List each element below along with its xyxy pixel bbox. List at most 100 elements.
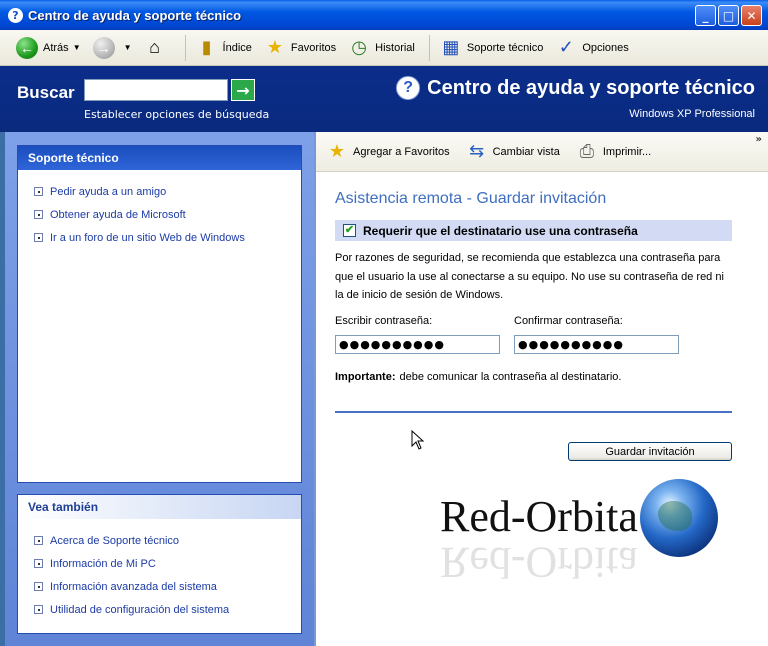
favorites-label: Favoritos [290,41,337,54]
link-text[interactable]: Acerca de Soporte técnico [50,535,179,547]
bullet-icon [34,559,43,568]
require-password-label: Requerir que el destinatario use una con… [363,223,638,238]
maximize-button[interactable]: □ [718,5,739,26]
see-also-box: Vea también Acerca de Soporte técnico In… [17,494,302,634]
window-title: Centro de ayuda y soporte técnico [28,7,242,23]
link-text[interactable]: Utilidad de configuración del sistema [50,604,229,616]
bullet-icon [34,582,43,591]
page-title: Asistencia remota - Guardar invitación [335,190,607,207]
options-checklist-icon: ✓ [558,37,574,57]
more-chevron-icon[interactable]: » [756,134,762,145]
list-item[interactable]: Acerca de Soporte técnico [34,529,301,552]
app-title-text: Centro de ayuda y soporte técnico [427,76,755,99]
add-favorites-label: Agregar a Favoritos [353,145,450,158]
bullet-icon [34,536,43,545]
search-label: Buscar [17,83,75,102]
link-text[interactable]: Obtener ayuda de Microsoft [50,209,186,221]
content-panel: ★ Agregar a Favoritos ⇆ Cambiar vista ⎙ … [314,132,768,646]
link-text[interactable]: Ir a un foro de un sitio Web de Windows [50,232,245,244]
support-box-title: Soporte técnico [18,146,301,170]
change-view-label: Cambiar vista [492,145,560,158]
password-input[interactable]: ●●●●●●●●●● [335,334,500,354]
go-arrow-icon: → [236,80,250,100]
divider [335,410,732,413]
star-icon: ★ [266,37,283,57]
edition-label: Windows XP Professional [629,108,755,120]
password-field-group: Escribir contraseña: ●●●●●●●●●● [335,315,500,354]
close-button[interactable]: ✕ [741,5,762,26]
toolbar-separator [428,34,430,61]
bullet-icon [34,605,43,614]
close-icon: ✕ [746,8,757,23]
title-bar[interactable]: ? Centro de ayuda y soporte técnico _ □ … [0,0,768,30]
link-text[interactable]: Información de Mi PC [50,558,156,570]
change-view-button[interactable]: ⇆ Cambiar vista [462,137,564,167]
history-label: Historial [375,41,415,54]
support-icon: ▦ [442,37,460,57]
bullet-icon [34,233,43,242]
require-password-checkbox[interactable]: ✔ [343,224,356,237]
mouse-cursor-icon [411,430,425,450]
options-label: Opciones [582,41,629,54]
content-toolbar: ★ Agregar a Favoritos ⇆ Cambiar vista ⎙ … [316,132,768,172]
support-button[interactable]: ▦ Soporte técnico [436,33,547,63]
important-label: Importante: [335,370,396,383]
help-icon: ? [396,76,421,100]
index-label: Índice [222,41,252,54]
password-fields: Escribir contraseña: ●●●●●●●●●● Confirma… [335,315,732,354]
left-panel: Soporte técnico Pedir ayuda a un amigo O… [5,132,314,646]
search-go-button[interactable]: → [231,79,255,101]
history-button[interactable]: ◷ Historial [344,33,419,63]
link-text[interactable]: Información avanzada del sistema [50,581,217,593]
minimize-button[interactable]: _ [695,5,716,26]
minimize-icon: _ [702,8,709,23]
dropdown-arrow-icon[interactable]: ▼ [73,43,81,52]
watermark-logo: Red-Orbita Red-Orbita [440,479,730,599]
require-password-row[interactable]: ✔ Requerir que el destinatario use una c… [335,220,732,241]
bullet-icon [34,210,43,219]
back-label: Atrás [43,41,69,54]
list-item[interactable]: Información avanzada del sistema [34,575,301,598]
link-text[interactable]: Pedir ayuda a un amigo [50,186,166,198]
confirm-field-group: Confirmar contraseña: ●●●●●●●●●● [514,315,679,354]
star-icon: ★ [328,141,346,161]
password-label: Escribir contraseña: [335,314,433,327]
confirm-label: Confirmar contraseña: [514,314,623,327]
list-item[interactable]: Obtener ayuda de Microsoft [34,203,301,226]
list-item[interactable]: Ir a un foro de un sitio Web de Windows [34,226,301,249]
forward-arrow-icon: → [92,36,115,59]
confirm-password-input[interactable]: ●●●●●●●●●● [514,334,679,354]
main-toolbar: ← Atrás ▼ → ▼ ⌂ ▮ Índice ★ Favoritos ◷ H… [0,30,768,66]
invitation-form: Asistencia remota - Guardar invitación ✔… [316,172,768,413]
search-input[interactable] [84,79,228,101]
forward-button[interactable]: → ▼ [89,33,136,63]
watermark-reflection: Red-Orbita [440,538,638,587]
home-button[interactable]: ⌂ [140,33,175,63]
security-paragraph: Por razones de seguridad, se recomienda … [335,252,724,301]
see-also-list: Acerca de Soporte técnico Información de… [18,519,301,621]
printer-icon: ⎙ [579,141,595,161]
list-item[interactable]: Utilidad de configuración del sistema [34,598,301,621]
save-invitation-button[interactable]: Guardar invitación [568,442,732,461]
back-button[interactable]: ← Atrás ▼ [12,33,85,63]
help-icon: ? [8,7,23,23]
list-item[interactable]: Información de Mi PC [34,552,301,575]
list-item[interactable]: Pedir ayuda a un amigo [34,180,301,203]
home-icon: ⌂ [149,37,160,57]
window-controls: _ □ ✕ [695,5,762,26]
search-options-link[interactable]: Establecer opciones de búsqueda [84,108,269,121]
dropdown-arrow-icon[interactable]: ▼ [124,43,132,52]
app-title: ? Centro de ayuda y soporte técnico [396,76,755,100]
history-clock-icon: ◷ [351,37,367,57]
support-box: Soporte técnico Pedir ayuda a un amigo O… [17,145,302,483]
back-arrow-icon: ← [16,36,38,59]
add-favorites-button[interactable]: ★ Agregar a Favoritos [322,137,454,167]
options-button[interactable]: ✓ Opciones [551,33,632,63]
print-button[interactable]: ⎙ Imprimir... [572,137,655,167]
index-button[interactable]: ▮ Índice [192,33,256,63]
toolbar-separator [184,34,186,61]
support-list: Pedir ayuda a un amigo Obtener ayuda de … [18,170,301,249]
important-note: Importante: debe comunicar la contraseña … [335,371,732,383]
important-text: debe comunicar la contraseña al destinat… [399,370,622,383]
favorites-button[interactable]: ★ Favoritos [260,33,340,63]
